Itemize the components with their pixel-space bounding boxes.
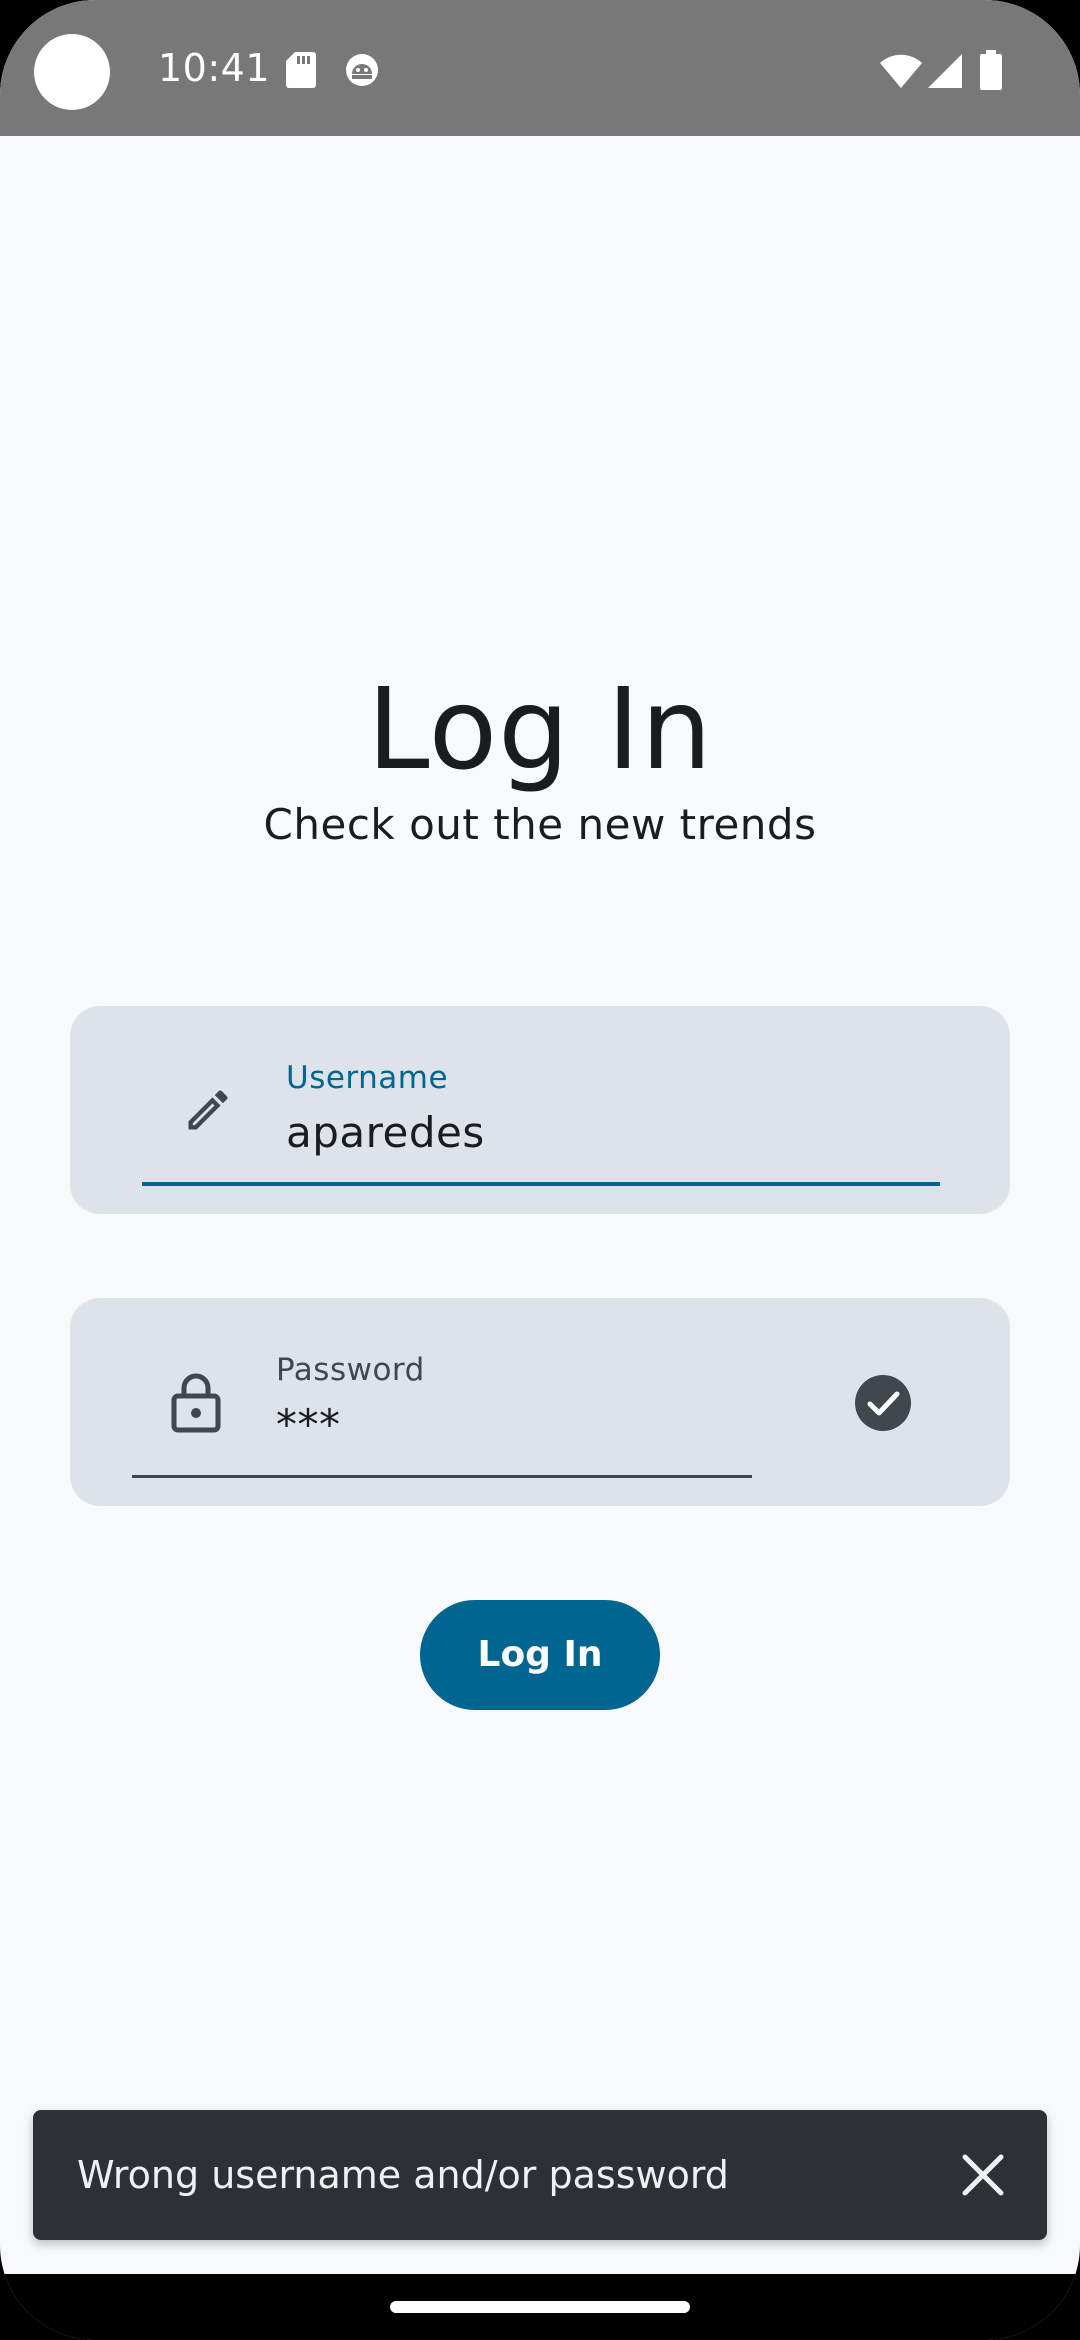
navigation-bar — [0, 2274, 1080, 2340]
password-underline — [132, 1475, 752, 1478]
password-label: Password — [276, 1352, 425, 1388]
wifi-icon — [880, 54, 922, 88]
battery-icon — [980, 50, 1002, 90]
status-time: 10:41 — [158, 46, 271, 90]
camera-cutout — [34, 34, 110, 110]
error-snackbar: Wrong username and/or password — [33, 2110, 1047, 2240]
username-label: Username — [286, 1060, 449, 1096]
sd-card-icon — [286, 52, 316, 88]
username-underline — [142, 1182, 940, 1186]
login-screen: 10:41 Log In Check out the new trends Us… — [0, 0, 1080, 2340]
cellular-signal-icon — [928, 54, 962, 88]
snackbar-message: Wrong username and/or password — [77, 2153, 729, 2197]
home-gesture-handle[interactable] — [390, 2301, 690, 2313]
password-value[interactable]: *** — [276, 1400, 341, 1449]
username-field[interactable]: Username aparedes — [70, 1006, 1010, 1214]
page-title: Log In — [367, 665, 713, 795]
password-field[interactable]: Password *** — [70, 1298, 1010, 1506]
close-icon[interactable] — [953, 2145, 1013, 2205]
page-subtitle: Check out the new trends — [263, 800, 817, 849]
check-circle-icon[interactable] — [854, 1374, 912, 1432]
username-value[interactable]: aparedes — [286, 1108, 485, 1157]
lock-icon — [171, 1373, 221, 1433]
login-button[interactable]: Log In — [420, 1600, 660, 1710]
android-debug-icon — [346, 54, 378, 86]
status-bar: 10:41 — [0, 0, 1080, 136]
pencil-icon — [188, 1090, 228, 1130]
